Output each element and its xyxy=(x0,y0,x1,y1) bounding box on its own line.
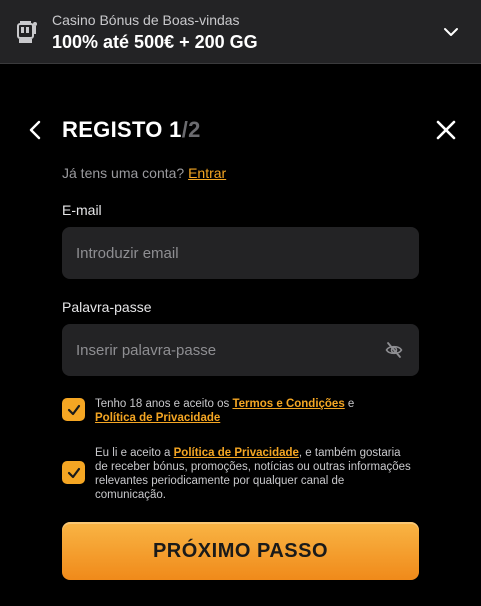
registration-header: REGISTO 1/2 xyxy=(0,110,481,150)
terms-consent-text: Tenho 18 anos e aceito os Termos e Condi… xyxy=(95,397,375,425)
email-label: E-mail xyxy=(62,202,102,218)
step-current: 1 xyxy=(169,117,182,142)
bonus-offer: 100% até 500€ + 200 GG xyxy=(52,32,258,52)
terms-link[interactable]: Termos e Condições xyxy=(232,398,344,410)
terms-checkbox[interactable] xyxy=(62,398,85,421)
password-label: Palavra-passe xyxy=(62,299,152,315)
marketing-consent-text: Eu li e aceito a Política de Privacidade… xyxy=(95,446,415,502)
marketing-text-part1: Eu li e aceito a xyxy=(95,447,174,459)
login-prompt-text: Já tens uma conta? xyxy=(62,165,185,181)
title-text: REGISTO xyxy=(62,117,163,142)
password-field-container xyxy=(62,324,419,376)
terms-text-part2: e xyxy=(344,398,355,410)
check-icon xyxy=(67,467,80,478)
next-step-label: PRÓXIMO PASSO xyxy=(152,539,329,562)
login-prompt: Já tens uma conta? Entrar xyxy=(62,165,226,181)
password-field[interactable] xyxy=(62,324,419,376)
privacy-link[interactable]: Política de Privacidade xyxy=(95,412,220,424)
page-title: REGISTO 1/2 xyxy=(62,117,201,143)
chevron-left-icon[interactable] xyxy=(24,118,48,142)
bonus-subtitle: Casino Bónus de Boas-vindas xyxy=(52,12,240,28)
email-field[interactable] xyxy=(62,227,419,279)
check-icon xyxy=(67,404,80,415)
step-total: /2 xyxy=(181,117,201,142)
next-step-button[interactable]: PRÓXIMO PASSO xyxy=(62,522,419,580)
bonus-banner[interactable]: Casino Bónus de Boas-vindas 100% até 500… xyxy=(0,0,481,64)
email-field-container xyxy=(62,227,419,279)
chevron-down-icon[interactable] xyxy=(443,24,459,40)
terms-text-part1: Tenho 18 anos e aceito os xyxy=(95,398,233,410)
close-icon[interactable] xyxy=(434,118,458,142)
marketing-privacy-link[interactable]: Política de Privacidade xyxy=(174,447,299,459)
login-link[interactable]: Entrar xyxy=(188,165,226,181)
slot-machine-icon xyxy=(16,20,38,44)
marketing-checkbox[interactable] xyxy=(62,461,85,484)
eye-off-icon[interactable] xyxy=(385,341,403,359)
